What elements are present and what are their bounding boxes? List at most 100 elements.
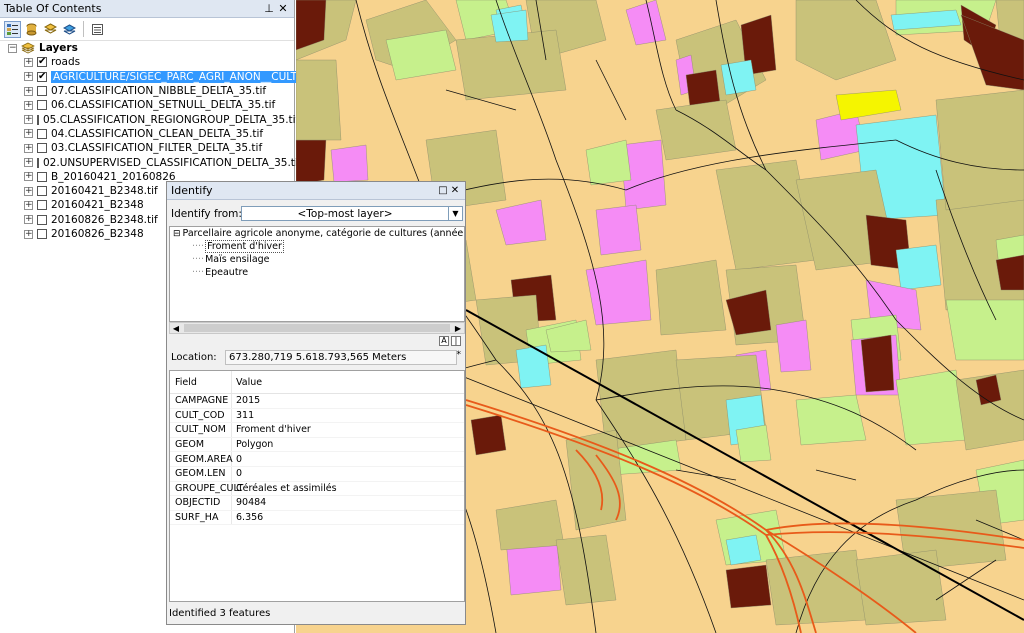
expand-icon[interactable]: + — [24, 115, 33, 125]
layer-label[interactable]: 03.CLASSIFICATION_FILTER_DELTA_35.tif — [51, 142, 262, 154]
scroll-left-icon[interactable]: ◀ — [170, 324, 182, 333]
layer-label[interactable]: 20160421_B2348.tif — [51, 185, 158, 197]
layer-label[interactable]: 20160421_B2348 — [51, 199, 144, 211]
pin-icon[interactable]: ⊥ — [262, 2, 276, 15]
layer-label[interactable]: 02.UNSUPERVISED_CLASSIFICATION_DELTA_35.… — [43, 157, 302, 169]
results-horizontal-scrollbar[interactable]: ◀ ▶ — [169, 322, 465, 334]
parcel-polygon — [995, 254, 1024, 291]
feature-label[interactable]: Maïs ensilage — [205, 254, 269, 265]
identify-titlebar[interactable]: Identify □ ✕ — [167, 182, 465, 200]
attribute-row[interactable]: GEOM.AREA 0 — [170, 452, 464, 467]
tree-connector: ···· — [192, 241, 205, 252]
expand-icon[interactable]: + — [24, 158, 33, 168]
layer-row[interactable]: +04.CLASSIFICATION_CLEAN_DELTA_35.tif — [0, 127, 294, 141]
field-name: OBJECTID — [170, 496, 232, 510]
location-options-icon[interactable]: * — [457, 350, 462, 360]
layer-visibility-checkbox[interactable] — [37, 229, 47, 239]
expand-icon[interactable]: + — [24, 229, 33, 239]
layer-label[interactable]: AGRICULTURE/SIGEC_PARC_AGRI_ANON__CULTUR… — [51, 70, 328, 83]
identify-from-select[interactable]: <Top-most layer> ▼ — [241, 206, 463, 221]
layer-label[interactable]: 07.CLASSIFICATION_NIBBLE_DELTA_35.tif — [51, 85, 266, 97]
maximize-icon[interactable]: □ — [437, 185, 449, 196]
layer-label[interactable]: 06.CLASSIFICATION_SETNULL_DELTA_35.tif — [51, 99, 275, 111]
split-view-icon[interactable]: | — [451, 336, 461, 346]
layer-row[interactable]: +02.UNSUPERVISED_CLASSIFICATION_DELTA_35… — [0, 155, 302, 169]
sort-az-icon[interactable]: A — [439, 336, 449, 346]
feature-node[interactable]: ···· Maïs ensilage — [170, 253, 464, 266]
layer-visibility-checkbox[interactable] — [37, 86, 47, 97]
feature-label[interactable]: Froment d'hiver — [205, 240, 284, 253]
layer-label[interactable]: roads — [51, 56, 80, 68]
layer-row[interactable]: +07.CLASSIFICATION_NIBBLE_DELTA_35.tif — [0, 84, 294, 98]
layer-label[interactable]: 05.CLASSIFICATION_REGIONGROUP_DELTA_35.t… — [43, 114, 299, 126]
list-by-drawing-order-button[interactable] — [4, 20, 21, 38]
attribute-row[interactable]: CAMPAGNE 2015 — [170, 394, 464, 409]
layer-visibility-checkbox[interactable] — [37, 186, 47, 197]
options-button[interactable] — [89, 21, 106, 38]
feature-label[interactable]: Epeautre — [205, 267, 248, 278]
attribute-row[interactable]: OBJECTID 90484 — [170, 496, 464, 511]
field-column-header[interactable]: Field — [170, 371, 232, 393]
feature-node[interactable]: ···· Froment d'hiver — [170, 240, 464, 253]
collapse-icon[interactable]: − — [8, 43, 17, 53]
scroll-thumb[interactable] — [184, 324, 450, 332]
layer-row[interactable]: +05.CLASSIFICATION_REGIONGROUP_DELTA_35.… — [0, 112, 299, 126]
layer-label[interactable]: B_20160421_20160826 — [51, 171, 176, 183]
layers-root-node[interactable]: − Layers — [0, 41, 294, 55]
expand-icon[interactable]: + — [24, 72, 33, 82]
toolbar-separator — [83, 21, 84, 37]
list-by-source-button[interactable] — [23, 21, 40, 38]
attribute-row[interactable]: CULT_NOM Froment d'hiver — [170, 423, 464, 438]
layer-visibility-checkbox[interactable] — [37, 100, 47, 111]
field-value: 6.356 — [236, 512, 264, 524]
toc-title: Table Of Contents — [4, 2, 102, 15]
layer-visibility-checkbox[interactable] — [37, 143, 47, 154]
layer-row[interactable]: +06.CLASSIFICATION_SETNULL_DELTA_35.tif — [0, 98, 294, 112]
expand-icon[interactable]: + — [24, 57, 33, 67]
expand-icon[interactable]: + — [24, 143, 33, 153]
layer-visibility-checkbox[interactable] — [37, 128, 47, 139]
layer-visibility-checkbox[interactable] — [37, 157, 39, 168]
layer-label[interactable]: 20160826_B2348 — [51, 228, 144, 240]
field-name: SURF_HA — [170, 510, 232, 525]
scroll-right-icon[interactable]: ▶ — [452, 324, 464, 333]
expand-icon[interactable]: + — [24, 172, 33, 182]
layer-row[interactable]: +03.CLASSIFICATION_FILTER_DELTA_35.tif — [0, 141, 294, 155]
list-by-selection-button[interactable] — [61, 21, 78, 38]
layer-visibility-checkbox[interactable] — [37, 214, 47, 225]
layer-row[interactable]: + ✔ roads — [0, 55, 294, 69]
layer-visibility-checkbox[interactable] — [37, 200, 47, 211]
layer-visibility-checkbox[interactable]: ✔ — [37, 57, 47, 68]
expand-icon[interactable]: + — [24, 186, 33, 196]
layer-visibility-checkbox[interactable] — [37, 171, 47, 182]
chevron-down-icon[interactable]: ▼ — [448, 207, 462, 220]
result-layer-node[interactable]: ⊟ Parcellaire agricole anonyme, catégori… — [170, 227, 464, 240]
identify-status: Identified 3 features — [169, 608, 271, 619]
location-value-field: 673.280,719 5.618.793,565 Meters — [225, 350, 457, 365]
layer-visibility-checkbox[interactable]: ✔ — [37, 71, 47, 82]
expand-icon[interactable]: + — [24, 86, 33, 96]
value-column-header[interactable]: Value — [232, 371, 464, 393]
layer-label[interactable]: 20160826_B2348.tif — [51, 214, 158, 226]
attribute-row[interactable]: GEOM Polygon — [170, 437, 464, 453]
expand-icon[interactable]: + — [24, 129, 33, 139]
identify-window[interactable]: Identify □ ✕ Identify from: <Top-most la… — [166, 181, 466, 625]
close-icon[interactable]: ✕ — [276, 2, 290, 15]
layer-visibility-checkbox[interactable] — [37, 114, 39, 125]
field-value: Froment d'hiver — [236, 424, 311, 436]
expand-icon[interactable]: + — [24, 100, 33, 110]
expand-icon[interactable]: + — [24, 215, 33, 225]
close-icon[interactable]: ✕ — [449, 185, 461, 196]
list-by-visibility-button[interactable] — [42, 21, 59, 38]
attribute-row[interactable]: SURF_HA 6.356 — [170, 510, 464, 526]
expand-icon[interactable]: + — [24, 200, 33, 210]
layer-row[interactable]: + ✔ AGRICULTURE/SIGEC_PARC_AGRI_ANON__CULT… — [0, 70, 328, 84]
parcel-polygon — [595, 204, 642, 256]
toc-titlebar[interactable]: Table Of Contents ⊥ ✕ — [0, 0, 294, 18]
attribute-row[interactable]: GEOM.LEN 0 — [170, 466, 464, 482]
attribute-row[interactable]: GROUPE_CULT Céréales et assimilés — [170, 481, 464, 497]
layer-label[interactable]: 04.CLASSIFICATION_CLEAN_DELTA_35.tif — [51, 128, 263, 140]
collapse-icon[interactable]: ⊟ — [173, 229, 181, 239]
attribute-row[interactable]: CULT_COD 311 — [170, 408, 464, 424]
feature-node[interactable]: ···· Epeautre — [170, 266, 464, 279]
